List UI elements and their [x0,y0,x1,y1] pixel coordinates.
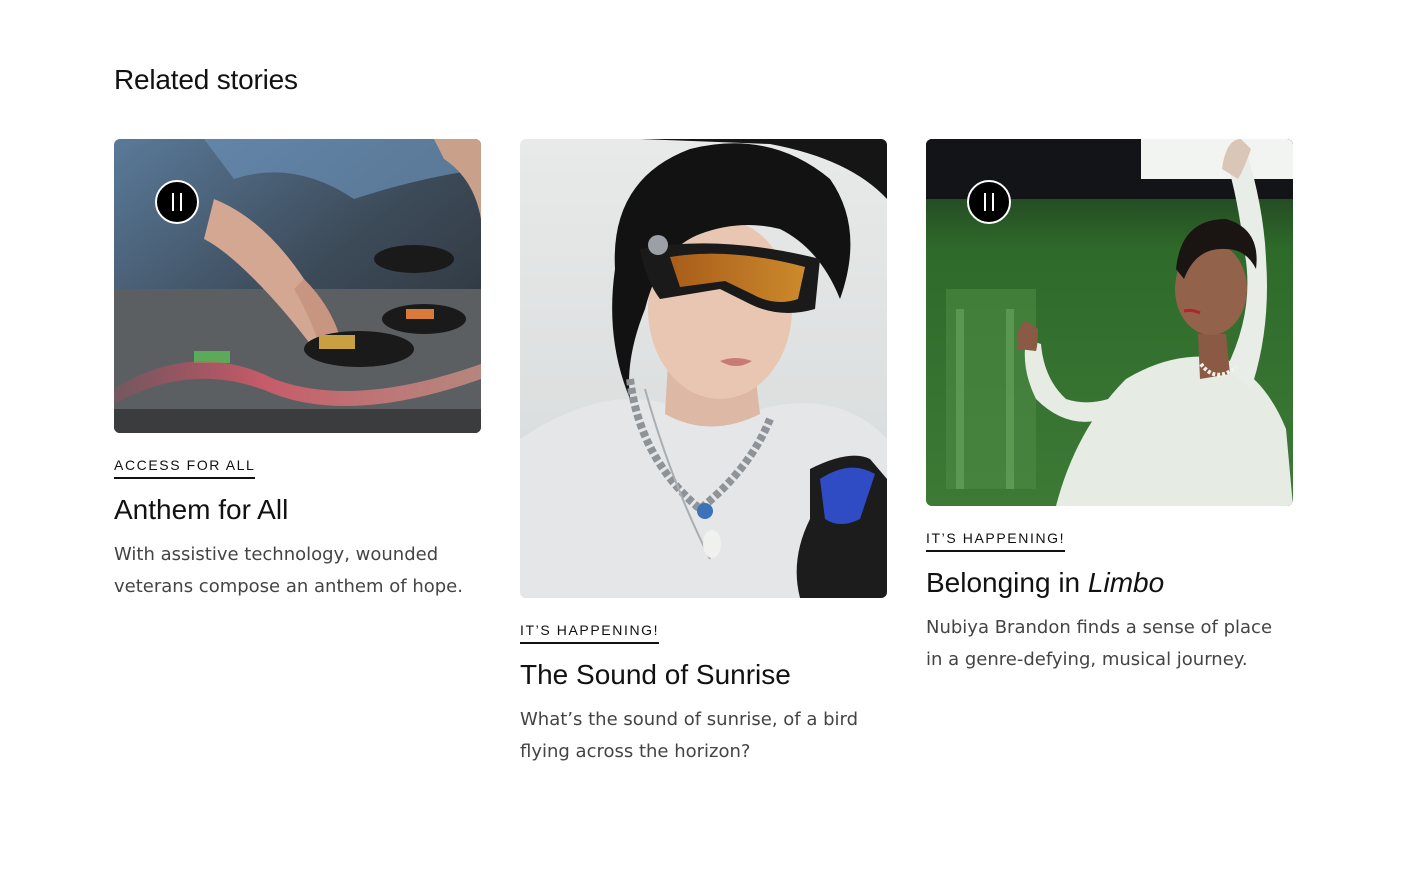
story-image-the-sound-of-sunrise[interactable] [520,139,887,598]
section-title: Related stories [114,64,298,95]
story-headline[interactable]: Belonging in Limbo [926,566,1293,600]
pause-icon [172,193,174,211]
story-headline-text[interactable]: Belonging in [926,567,1088,598]
pause-button[interactable] [155,180,199,224]
story-card-anthem-for-all[interactable]: ACCESS FOR ALL Anthem for All With assis… [114,139,481,603]
story-category-link[interactable]: IT’S HAPPENING! [926,530,1066,552]
story-video-anthem-for-all[interactable] [114,139,481,433]
pause-button[interactable] [967,180,1011,224]
pause-icon [984,193,986,211]
story-headline[interactable]: Anthem for All [114,493,481,527]
story-headline-italic[interactable]: Limbo [1088,567,1164,598]
story-description: With assistive technology, wounded veter… [114,544,463,597]
story-headline-text[interactable]: The Sound of Sunrise [520,659,791,690]
story-thumbnail-image [520,139,887,598]
story-card-belonging-in-limbo[interactable]: IT’S HAPPENING! Belonging in Limbo Nubiy… [926,139,1293,676]
story-card-the-sound-of-sunrise[interactable]: IT’S HAPPENING! The Sound of Sunrise Wha… [520,139,887,768]
story-description: Nubiya Brandon finds a sense of place in… [926,617,1273,670]
story-headline-text[interactable]: Anthem for All [114,494,288,525]
story-category-link[interactable]: ACCESS FOR ALL [114,457,256,479]
story-headline[interactable]: The Sound of Sunrise [520,658,887,692]
story-description: What’s the sound of sunrise, of a bird f… [520,709,859,762]
story-video-belonging-in-limbo[interactable] [926,139,1293,506]
story-category-link[interactable]: IT’S HAPPENING! [520,622,660,644]
